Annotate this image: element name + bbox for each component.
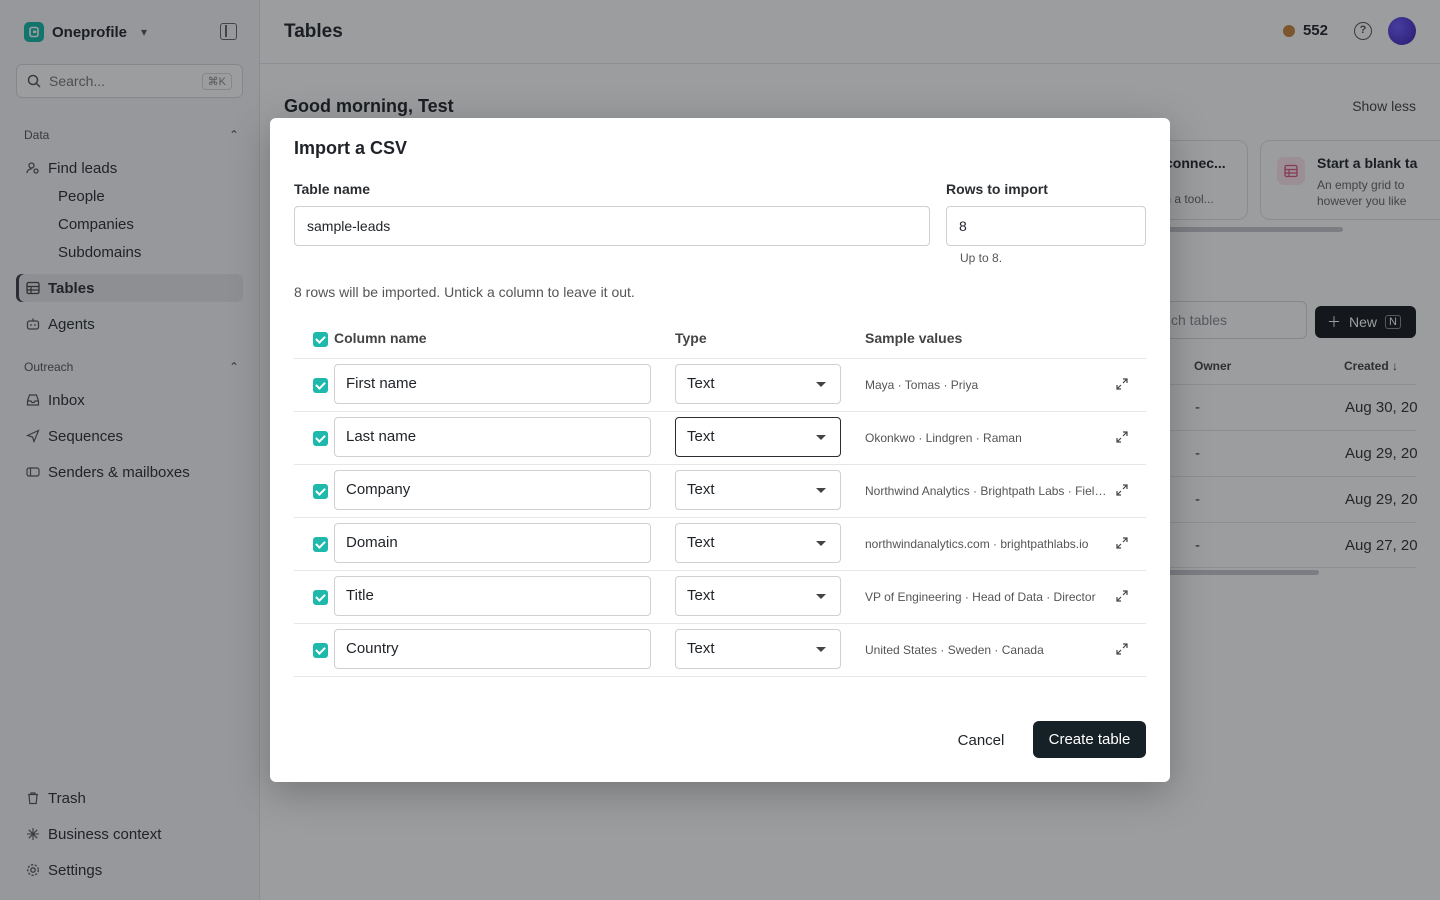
type-select[interactable]: Text — [675, 417, 841, 457]
column-name-input[interactable]: Title — [334, 576, 651, 616]
type-select[interactable]: Text — [675, 470, 841, 510]
type-select[interactable]: Text — [675, 576, 841, 616]
type-select[interactable]: Text — [675, 629, 841, 669]
table-name-label: Table name — [294, 181, 370, 197]
column-row: Country Text United States · Sweden · Ca… — [294, 624, 1146, 677]
type-value: Text — [687, 428, 715, 445]
sample-values: VP of Engineering · Head of Data · Direc… — [865, 590, 1096, 604]
columns-header: Column name Type Sample values — [294, 322, 1146, 359]
dialog-title: Import a CSV — [294, 138, 408, 158]
type-header: Type — [675, 330, 707, 346]
rows-to-import-label: Rows to import — [946, 181, 1048, 197]
column-row: Last name Text Okonkwo · Lindgren · Rama… — [294, 412, 1146, 465]
expand-icon[interactable] — [1114, 376, 1130, 392]
import-info: 8 rows will be imported. Untick a column… — [294, 284, 635, 300]
sample-values: Maya · Tomas · Priya — [865, 378, 979, 392]
column-name-input[interactable]: First name — [334, 364, 651, 404]
expand-icon[interactable] — [1114, 429, 1130, 445]
caret-down-icon — [816, 594, 826, 599]
sample-values: Okonkwo · Lindgren · Raman — [865, 431, 1022, 445]
column-row: First name Text Maya · Tomas · Priya — [294, 359, 1146, 412]
sample-values: northwindanalytics.com · brightpathlabs.… — [865, 537, 1089, 551]
column-row: Company Text Northwind Analytics · Brigh… — [294, 465, 1146, 518]
import-csv-dialog: Import a CSV Table name sample-leads Row… — [270, 118, 1170, 782]
column-checkbox[interactable] — [313, 431, 328, 446]
column-checkbox[interactable] — [313, 378, 328, 393]
column-row: Title Text VP of Engineering · Head of D… — [294, 571, 1146, 624]
expand-icon[interactable] — [1114, 641, 1130, 657]
rows-to-import-input[interactable]: 8 — [946, 206, 1146, 246]
expand-icon[interactable] — [1114, 588, 1130, 604]
column-name-input[interactable]: Country — [334, 629, 651, 669]
column-checkbox[interactable] — [313, 537, 328, 552]
expand-icon[interactable] — [1114, 482, 1130, 498]
create-table-button[interactable]: Create table — [1033, 721, 1146, 758]
sample-values: Northwind Analytics · Brightpath Labs · … — [865, 484, 1110, 498]
type-select[interactable]: Text — [675, 523, 841, 563]
table-name-input[interactable]: sample-leads — [294, 206, 930, 246]
column-row: Domain Text northwindanalytics.com · bri… — [294, 518, 1146, 571]
caret-down-icon — [816, 488, 826, 493]
column-name-header: Column name — [334, 330, 427, 346]
type-select[interactable]: Text — [675, 364, 841, 404]
column-name-input[interactable]: Company — [334, 470, 651, 510]
cancel-button[interactable]: Cancel — [946, 722, 1016, 758]
type-value: Text — [687, 587, 715, 604]
caret-down-icon — [816, 541, 826, 546]
type-value: Text — [687, 481, 715, 498]
column-checkbox[interactable] — [313, 484, 328, 499]
column-name-input[interactable]: Domain — [334, 523, 651, 563]
column-checkbox[interactable] — [313, 590, 328, 605]
sample-values: United States · Sweden · Canada — [865, 643, 1044, 657]
select-all-checkbox[interactable] — [313, 332, 328, 347]
expand-icon[interactable] — [1114, 535, 1130, 551]
caret-down-icon — [816, 382, 826, 387]
caret-down-icon — [816, 647, 826, 652]
type-value: Text — [687, 375, 715, 392]
caret-down-icon — [816, 435, 826, 440]
sample-values-header: Sample values — [865, 330, 963, 346]
type-value: Text — [687, 534, 715, 551]
column-name-input[interactable]: Last name — [334, 417, 651, 457]
column-checkbox[interactable] — [313, 643, 328, 658]
rows-hint: Up to 8. — [960, 251, 1003, 265]
type-value: Text — [687, 640, 715, 657]
